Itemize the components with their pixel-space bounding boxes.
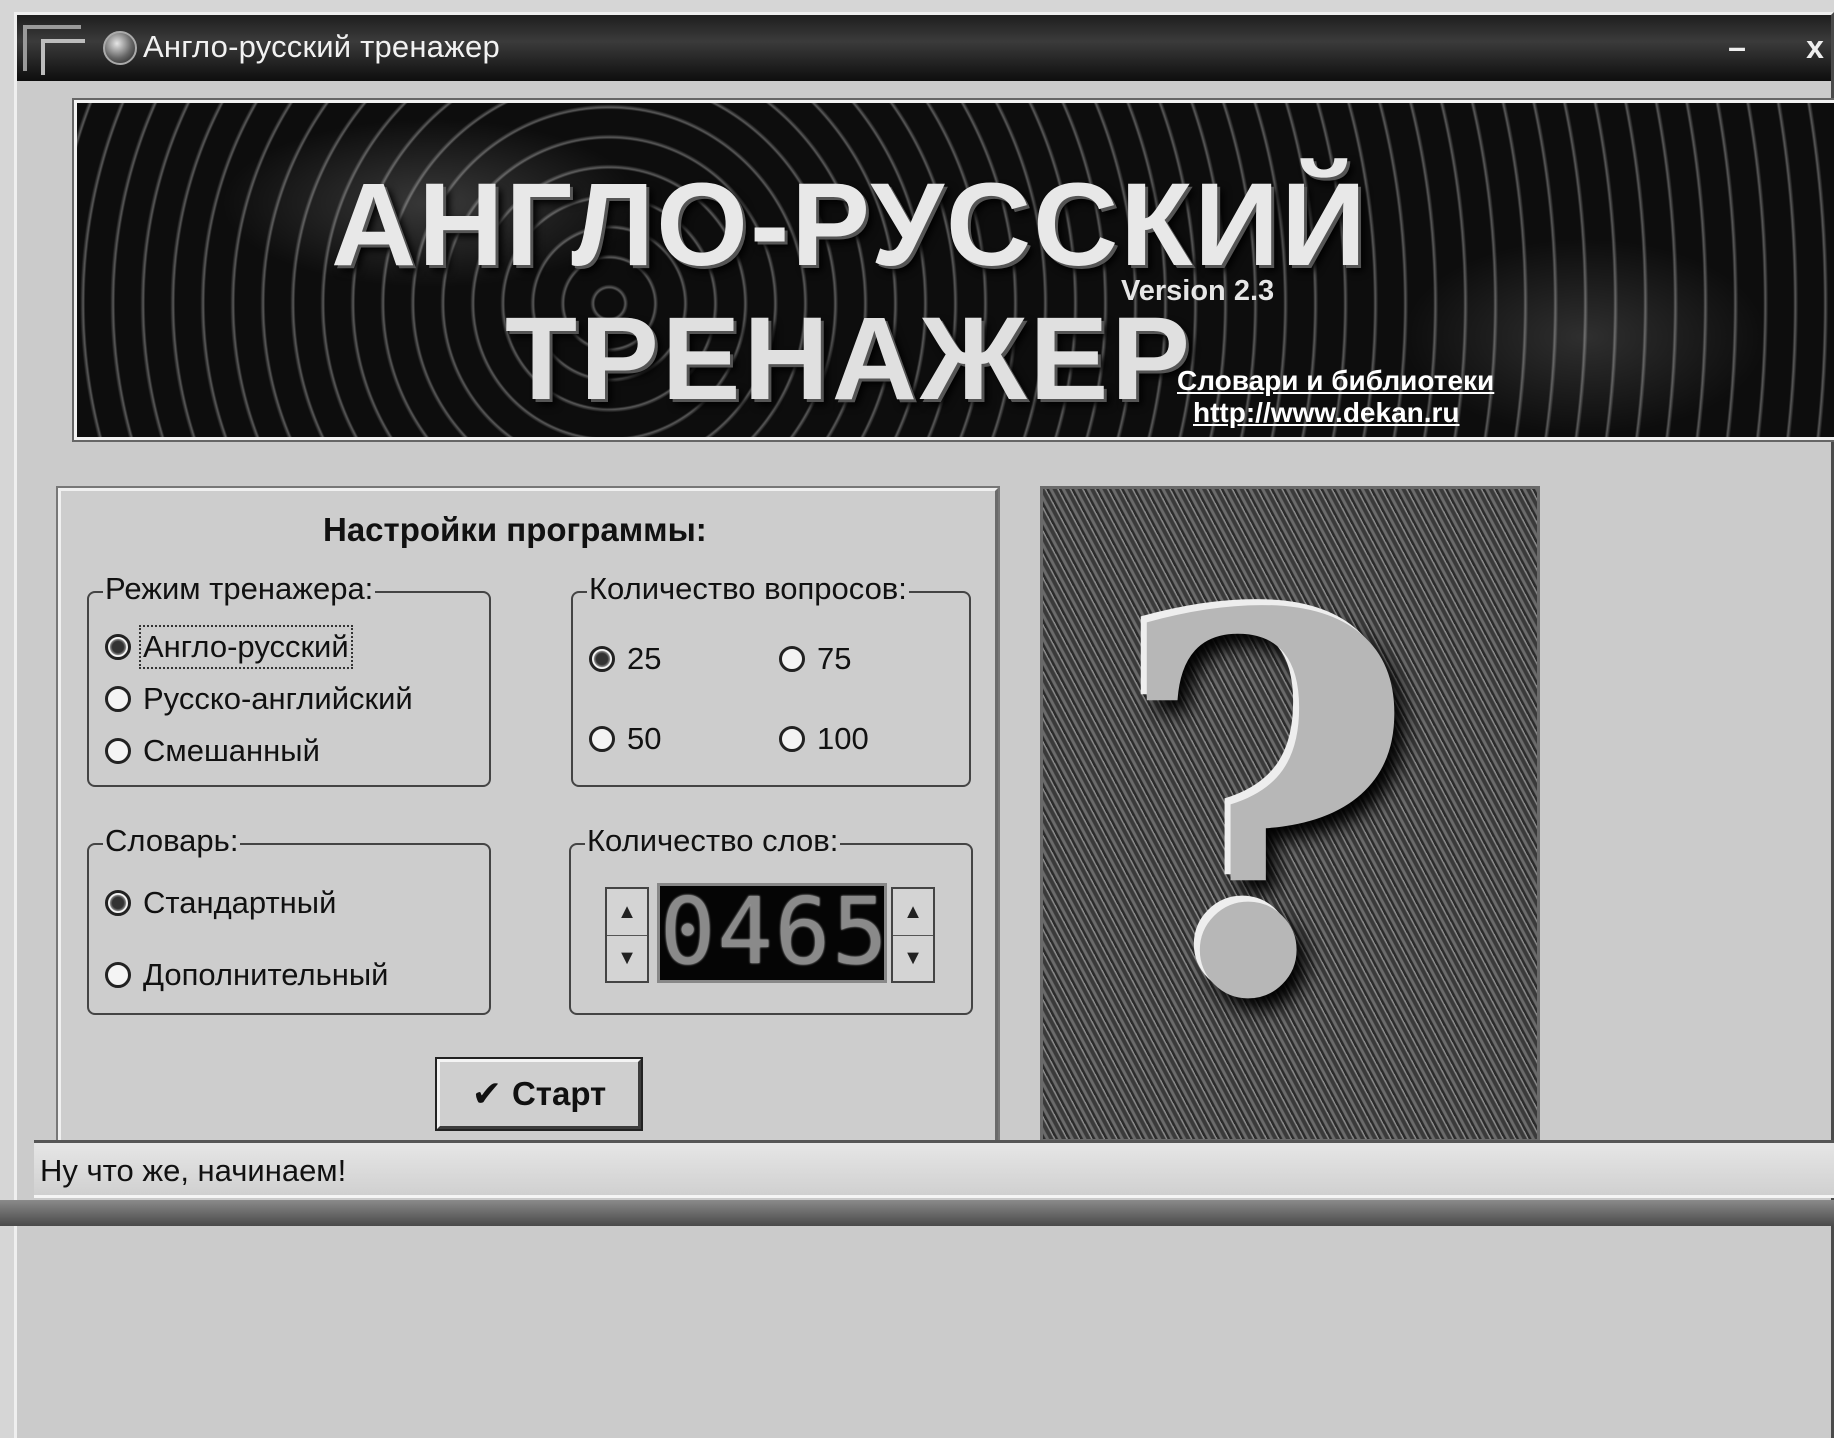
increment-button[interactable]: ▲ bbox=[893, 889, 933, 936]
system-menu-icon[interactable] bbox=[23, 25, 85, 75]
banner: АНГЛО-РУССКИЙ ТРЕНАЖЕР Version 2.3 Слова… bbox=[72, 98, 1834, 442]
word-count-caption: Количество слов: bbox=[585, 823, 841, 859]
radio-icon[interactable] bbox=[105, 738, 131, 764]
word-count-group: Количество слов: ▲ ▼ 0465 ▲ ▼ bbox=[569, 823, 973, 1015]
radio-icon[interactable] bbox=[779, 726, 805, 752]
word-count-display: 0465 bbox=[657, 883, 888, 983]
minimize-button[interactable]: – bbox=[1719, 29, 1755, 65]
title-bar[interactable]: Англо-русский тренажер – x bbox=[17, 15, 1831, 81]
mode-option-label: Англо-русский bbox=[139, 625, 353, 669]
banner-title-line2: ТРЕНАЖЕР bbox=[505, 293, 1193, 425]
mode-option-anglo-russian[interactable]: Англо-русский bbox=[105, 625, 353, 669]
dictionary-option-label: Стандартный bbox=[143, 885, 337, 920]
settings-title: Настройки программы: bbox=[323, 511, 707, 548]
radio-icon[interactable] bbox=[105, 686, 131, 712]
dictionary-option-additional[interactable]: Дополнительный bbox=[105, 957, 388, 993]
mode-option-mixed[interactable]: Смешанный bbox=[105, 733, 320, 769]
dictionary-option-standard[interactable]: Стандартный bbox=[105, 885, 336, 921]
radio-icon[interactable] bbox=[589, 726, 615, 752]
radio-selected-icon[interactable] bbox=[105, 634, 131, 660]
word-count-spinner-right: ▲ ▼ bbox=[891, 887, 935, 983]
questions-caption: Количество вопросов: bbox=[587, 571, 909, 607]
dictionary-caption: Словарь: bbox=[103, 823, 241, 859]
increment-button[interactable]: ▲ bbox=[607, 889, 647, 936]
dictionary-group: Словарь: Стандартный Дополнительный bbox=[87, 823, 491, 1015]
banner-title-line1: АНГЛО-РУССКИЙ bbox=[331, 159, 1368, 291]
questions-option-75[interactable]: 75 bbox=[779, 641, 851, 677]
close-button[interactable]: x bbox=[1797, 29, 1833, 65]
questions-option-25[interactable]: 25 bbox=[589, 641, 661, 677]
question-mark-icon: ? bbox=[1113, 503, 1418, 1114]
website-link[interactable]: http://www.dekan.ru bbox=[1193, 397, 1460, 429]
questions-option-label: 100 bbox=[817, 721, 869, 756]
questions-option-label: 50 bbox=[627, 721, 662, 756]
mode-option-russian-english[interactable]: Русско-английский bbox=[105, 681, 413, 717]
mode-option-label: Смешанный bbox=[143, 733, 320, 768]
radio-selected-icon[interactable] bbox=[589, 646, 615, 672]
decrement-button[interactable]: ▼ bbox=[893, 935, 933, 981]
mode-group: Режим тренажера: Англо-русский Русско-ан… bbox=[87, 571, 491, 787]
word-count-spinner-left: ▲ ▼ bbox=[605, 887, 649, 983]
dictionaries-link[interactable]: Словари и библиотеки bbox=[1177, 365, 1494, 397]
radio-icon[interactable] bbox=[105, 962, 131, 988]
questions-option-label: 25 bbox=[627, 641, 662, 676]
mode-caption: Режим тренажера: bbox=[103, 571, 376, 607]
window-bottom-edge bbox=[0, 1200, 1834, 1226]
window-title: Англо-русский тренажер bbox=[143, 29, 500, 64]
dictionary-option-label: Дополнительный bbox=[143, 957, 389, 992]
status-bar: Ну что же, начинаем! bbox=[34, 1140, 1834, 1198]
questions-option-100[interactable]: 100 bbox=[779, 721, 869, 757]
settings-panel: Настройки программы: Режим тренажера: Ан… bbox=[56, 486, 1000, 1190]
question-mark-image: ? bbox=[1040, 486, 1540, 1142]
questions-option-label: 75 bbox=[817, 641, 852, 676]
check-icon: ✔ bbox=[471, 1073, 502, 1114]
mode-option-label: Русско-английский bbox=[143, 681, 413, 716]
radio-selected-icon[interactable] bbox=[105, 890, 131, 916]
decrement-button[interactable]: ▼ bbox=[607, 935, 647, 981]
app-icon bbox=[103, 31, 137, 65]
start-button[interactable]: ✔ Старт bbox=[435, 1057, 643, 1131]
questions-group: Количество вопросов: 25 75 50 100 bbox=[571, 571, 971, 787]
questions-option-50[interactable]: 50 bbox=[589, 721, 661, 757]
version-label: Version 2.3 bbox=[1121, 275, 1275, 307]
radio-icon[interactable] bbox=[779, 646, 805, 672]
status-text: Ну что же, начинаем! bbox=[40, 1153, 347, 1188]
start-button-label: Старт bbox=[511, 1075, 607, 1112]
